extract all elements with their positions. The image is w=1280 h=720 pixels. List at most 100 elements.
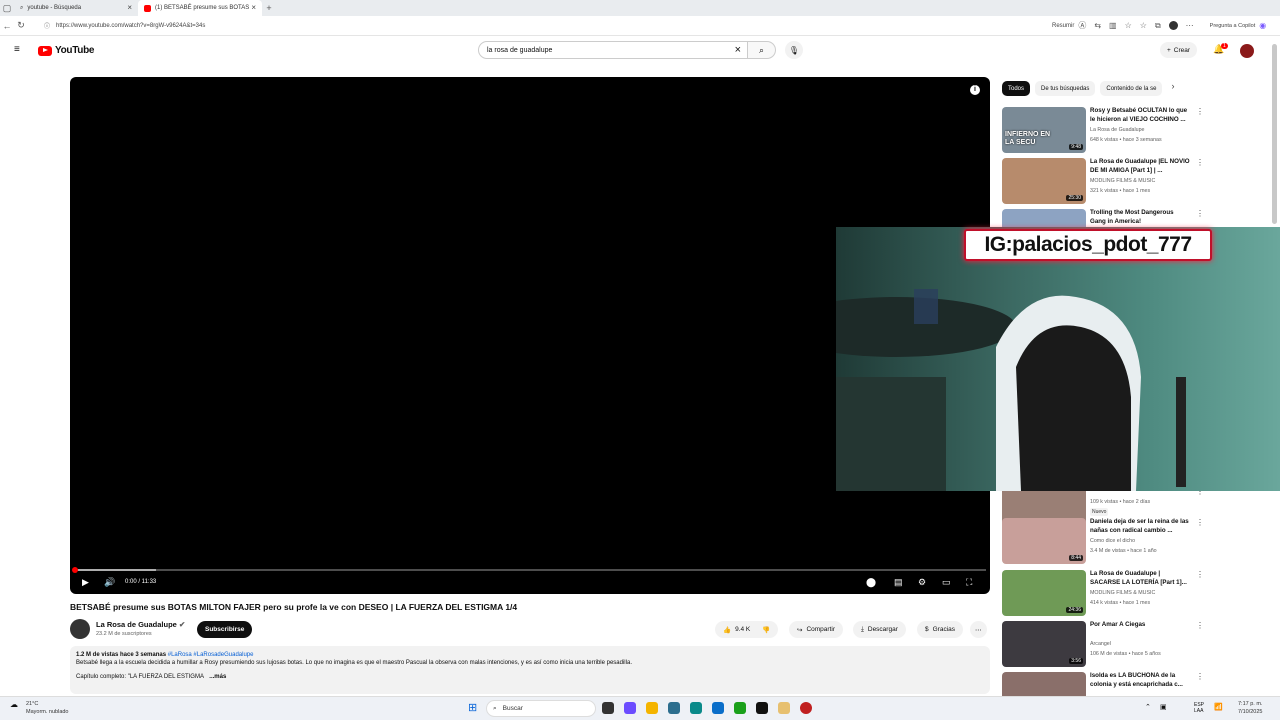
recommendation-title[interactable]: Daniela deja de ser la reina de las naña…	[1090, 518, 1190, 535]
split-screen-icon[interactable]: ▥	[1109, 21, 1117, 30]
thumbs-down-icon[interactable]: 👎	[762, 626, 770, 634]
volume-icon[interactable]: 🔊	[104, 577, 115, 588]
video-thumbnail[interactable]: INFIERNO EN LA SECU 9:48	[1002, 107, 1086, 153]
site-info-icon[interactable]: ⓘ	[44, 21, 50, 30]
more-options-icon[interactable]: ⋮	[1196, 672, 1204, 681]
recommendation-channel[interactable]: Como dice el dicho	[1090, 538, 1135, 544]
back-icon[interactable]: ←	[0, 21, 14, 31]
chip-from-searches[interactable]: De tus búsquedas	[1035, 81, 1096, 96]
edge-browser-icon[interactable]	[690, 702, 702, 714]
collections-icon[interactable]: ☆	[1140, 21, 1147, 30]
recommendation-item[interactable]: 25:30 La Rosa de Guadalupe |EL NOVIO DE M…	[1002, 158, 1204, 204]
language-indicator[interactable]: ESP LAA	[1194, 702, 1204, 714]
more-options-icon[interactable]: ⋮	[1196, 518, 1204, 527]
weather-icon[interactable]: ☁	[10, 700, 18, 709]
file-explorer-icon[interactable]	[646, 702, 658, 714]
progress-bar[interactable]	[72, 567, 986, 573]
url-field[interactable]: ⓘ https://www.youtube.com/watch?v=8rgW-v…	[38, 18, 1028, 33]
tab-video[interactable]: (1) BETSABÉ presume sus BOTAS ×	[138, 0, 262, 16]
system-clock[interactable]: 7:17 p. m. 7/10/2025	[1238, 700, 1262, 716]
search-input[interactable]: la rosa de guadalupe ×	[478, 41, 748, 59]
video-thumbnail[interactable]: 25:30	[1002, 158, 1086, 204]
recommendation-channel[interactable]: MODLING FILMS & MUSIC	[1090, 590, 1155, 596]
extensions-icon[interactable]: ⧉	[1155, 21, 1161, 31]
read-aloud-icon[interactable]: Ⓐ	[1078, 20, 1086, 31]
windows-start-icon[interactable]: ⊞	[468, 701, 477, 714]
channel-avatar[interactable]	[70, 619, 90, 639]
task-view-icon[interactable]	[602, 702, 614, 714]
chip-all[interactable]: Todos	[1002, 81, 1031, 96]
channel-name[interactable]: La Rosa de Guadalupe ✔	[96, 620, 185, 629]
account-avatar[interactable]	[1240, 44, 1254, 58]
video-thumbnail[interactable]: 24:36	[1002, 570, 1086, 616]
subscribe-button[interactable]: Subscribirse	[197, 621, 253, 638]
tab-actions-icon[interactable]: ▢	[0, 3, 14, 14]
more-actions-button[interactable]: ⋯	[970, 621, 987, 638]
youtube-logo[interactable]: YouTube	[38, 45, 95, 56]
chevron-right-icon[interactable]: ›	[1171, 81, 1174, 96]
download-button[interactable]: ⤓ Descargar	[853, 621, 906, 638]
close-tab-icon[interactable]: ×	[251, 3, 256, 12]
new-tab-icon[interactable]: +	[262, 3, 276, 13]
search-button[interactable]: ⌕	[748, 41, 776, 59]
translate-icon[interactable]: ⇆	[1094, 21, 1101, 30]
play-icon[interactable]: ▶	[82, 577, 89, 588]
more-options-icon[interactable]: ⋮	[1196, 107, 1204, 116]
recommendation-item[interactable]: INFIERNO EN LA SECU 9:48 Rosy y Betsabé OC…	[1002, 107, 1204, 153]
profile-avatar[interactable]	[1168, 21, 1178, 30]
recommendation-title[interactable]: La Rosa de Guadalupe | SACARSE LA LOTERÍ…	[1090, 570, 1190, 587]
recommendation-title[interactable]: Isolda es LA BUCHONA de la colonia y est…	[1090, 672, 1190, 689]
copilot-app-icon[interactable]	[624, 702, 636, 714]
thanks-button[interactable]: $ Gracias	[917, 621, 964, 638]
close-tab-icon[interactable]: ×	[127, 3, 132, 12]
description-box[interactable]: 1.2 M de vistas hace 3 semanas #LaRosa #…	[70, 646, 990, 694]
fullscreen-icon[interactable]: ⛶	[966, 577, 972, 588]
copilot-icon[interactable]: ◉	[1259, 21, 1266, 30]
create-button[interactable]: + Crear	[1160, 42, 1198, 58]
favorite-star-icon[interactable]: ☆	[1125, 21, 1132, 30]
reload-icon[interactable]: ↻	[14, 20, 28, 31]
recommendation-title[interactable]: La Rosa de Guadalupe |EL NOVIO DE MI AMI…	[1090, 158, 1190, 175]
tray-chevron-icon[interactable]: ⌃	[1145, 703, 1151, 711]
settings-gear-icon[interactable]: ⚙	[918, 577, 926, 588]
more-options-icon[interactable]: ⋮	[1196, 209, 1204, 218]
recommendation-title[interactable]: Trolling the Most Dangerous Gang in Amer…	[1090, 209, 1190, 226]
video-thumbnail[interactable]: 8:44	[1002, 518, 1086, 564]
wifi-icon[interactable]: 📶	[1214, 703, 1223, 711]
recommendation-item[interactable]: 3:56 Por Amar A Ciegas Arcangel 106 M de vi…	[1002, 621, 1204, 667]
scrubber-handle[interactable]	[72, 567, 78, 573]
tray-icon[interactable]: ▣	[1160, 703, 1167, 711]
copilot-label[interactable]: Pregunta a Copilot	[1210, 23, 1256, 29]
more-options-icon[interactable]: ⋮	[1196, 158, 1204, 167]
chip-content[interactable]: Contenido de la se	[1100, 81, 1163, 96]
recommendation-channel[interactable]: MODLING FILMS & MUSIC	[1090, 178, 1155, 184]
share-button[interactable]: ↪ Compartir	[789, 621, 843, 638]
show-more-link[interactable]: ...más	[209, 674, 226, 680]
info-icon[interactable]: i	[970, 85, 980, 95]
kick-app-icon[interactable]	[734, 702, 746, 714]
obs-icon[interactable]	[800, 702, 812, 714]
hamburger-menu-icon[interactable]: ≡	[14, 44, 20, 55]
hashtags[interactable]: #LaRosa #LaRosadeGuadalupe	[168, 652, 254, 658]
like-button[interactable]: 👍 9.4 K 👎	[715, 621, 779, 638]
voice-search-button[interactable]: 🎙	[785, 41, 803, 59]
recommendation-channel[interactable]: La Rosa de Guadalupe	[1090, 127, 1144, 133]
tab-search[interactable]: ⌕ youtube - Búsqueda ×	[14, 0, 138, 16]
outlook-icon[interactable]	[712, 702, 724, 714]
recommendation-channel[interactable]: Arcangel	[1090, 641, 1111, 647]
autoplay-toggle[interactable]: ⬤	[866, 577, 876, 588]
subtitles-icon[interactable]: ▤	[894, 577, 903, 588]
recommendation-item[interactable]: 8:44 Daniela deja de ser la reina de las …	[1002, 518, 1204, 564]
theater-mode-icon[interactable]: ▭	[942, 577, 951, 588]
more-options-icon[interactable]: ⋮	[1196, 570, 1204, 579]
video-thumbnail[interactable]: 3:56	[1002, 621, 1086, 667]
page-scrollbar[interactable]	[1272, 44, 1277, 224]
taskbar-search[interactable]: ⌕ Buscar	[486, 700, 596, 717]
summarize-button[interactable]: Resumir	[1052, 23, 1074, 29]
app-icon[interactable]	[668, 702, 680, 714]
recommendation-title[interactable]: Rosy y Betsabé OCULTAN lo que le hiciero…	[1090, 107, 1190, 124]
recommendation-item[interactable]: 24:36 La Rosa de Guadalupe | SACARSE LA L…	[1002, 570, 1204, 616]
weather-widget[interactable]: 21°C Mayorm. nublado	[26, 700, 69, 716]
recommendation-title[interactable]: Por Amar A Ciegas	[1090, 621, 1190, 630]
more-options-icon[interactable]: ⋮	[1196, 621, 1204, 630]
